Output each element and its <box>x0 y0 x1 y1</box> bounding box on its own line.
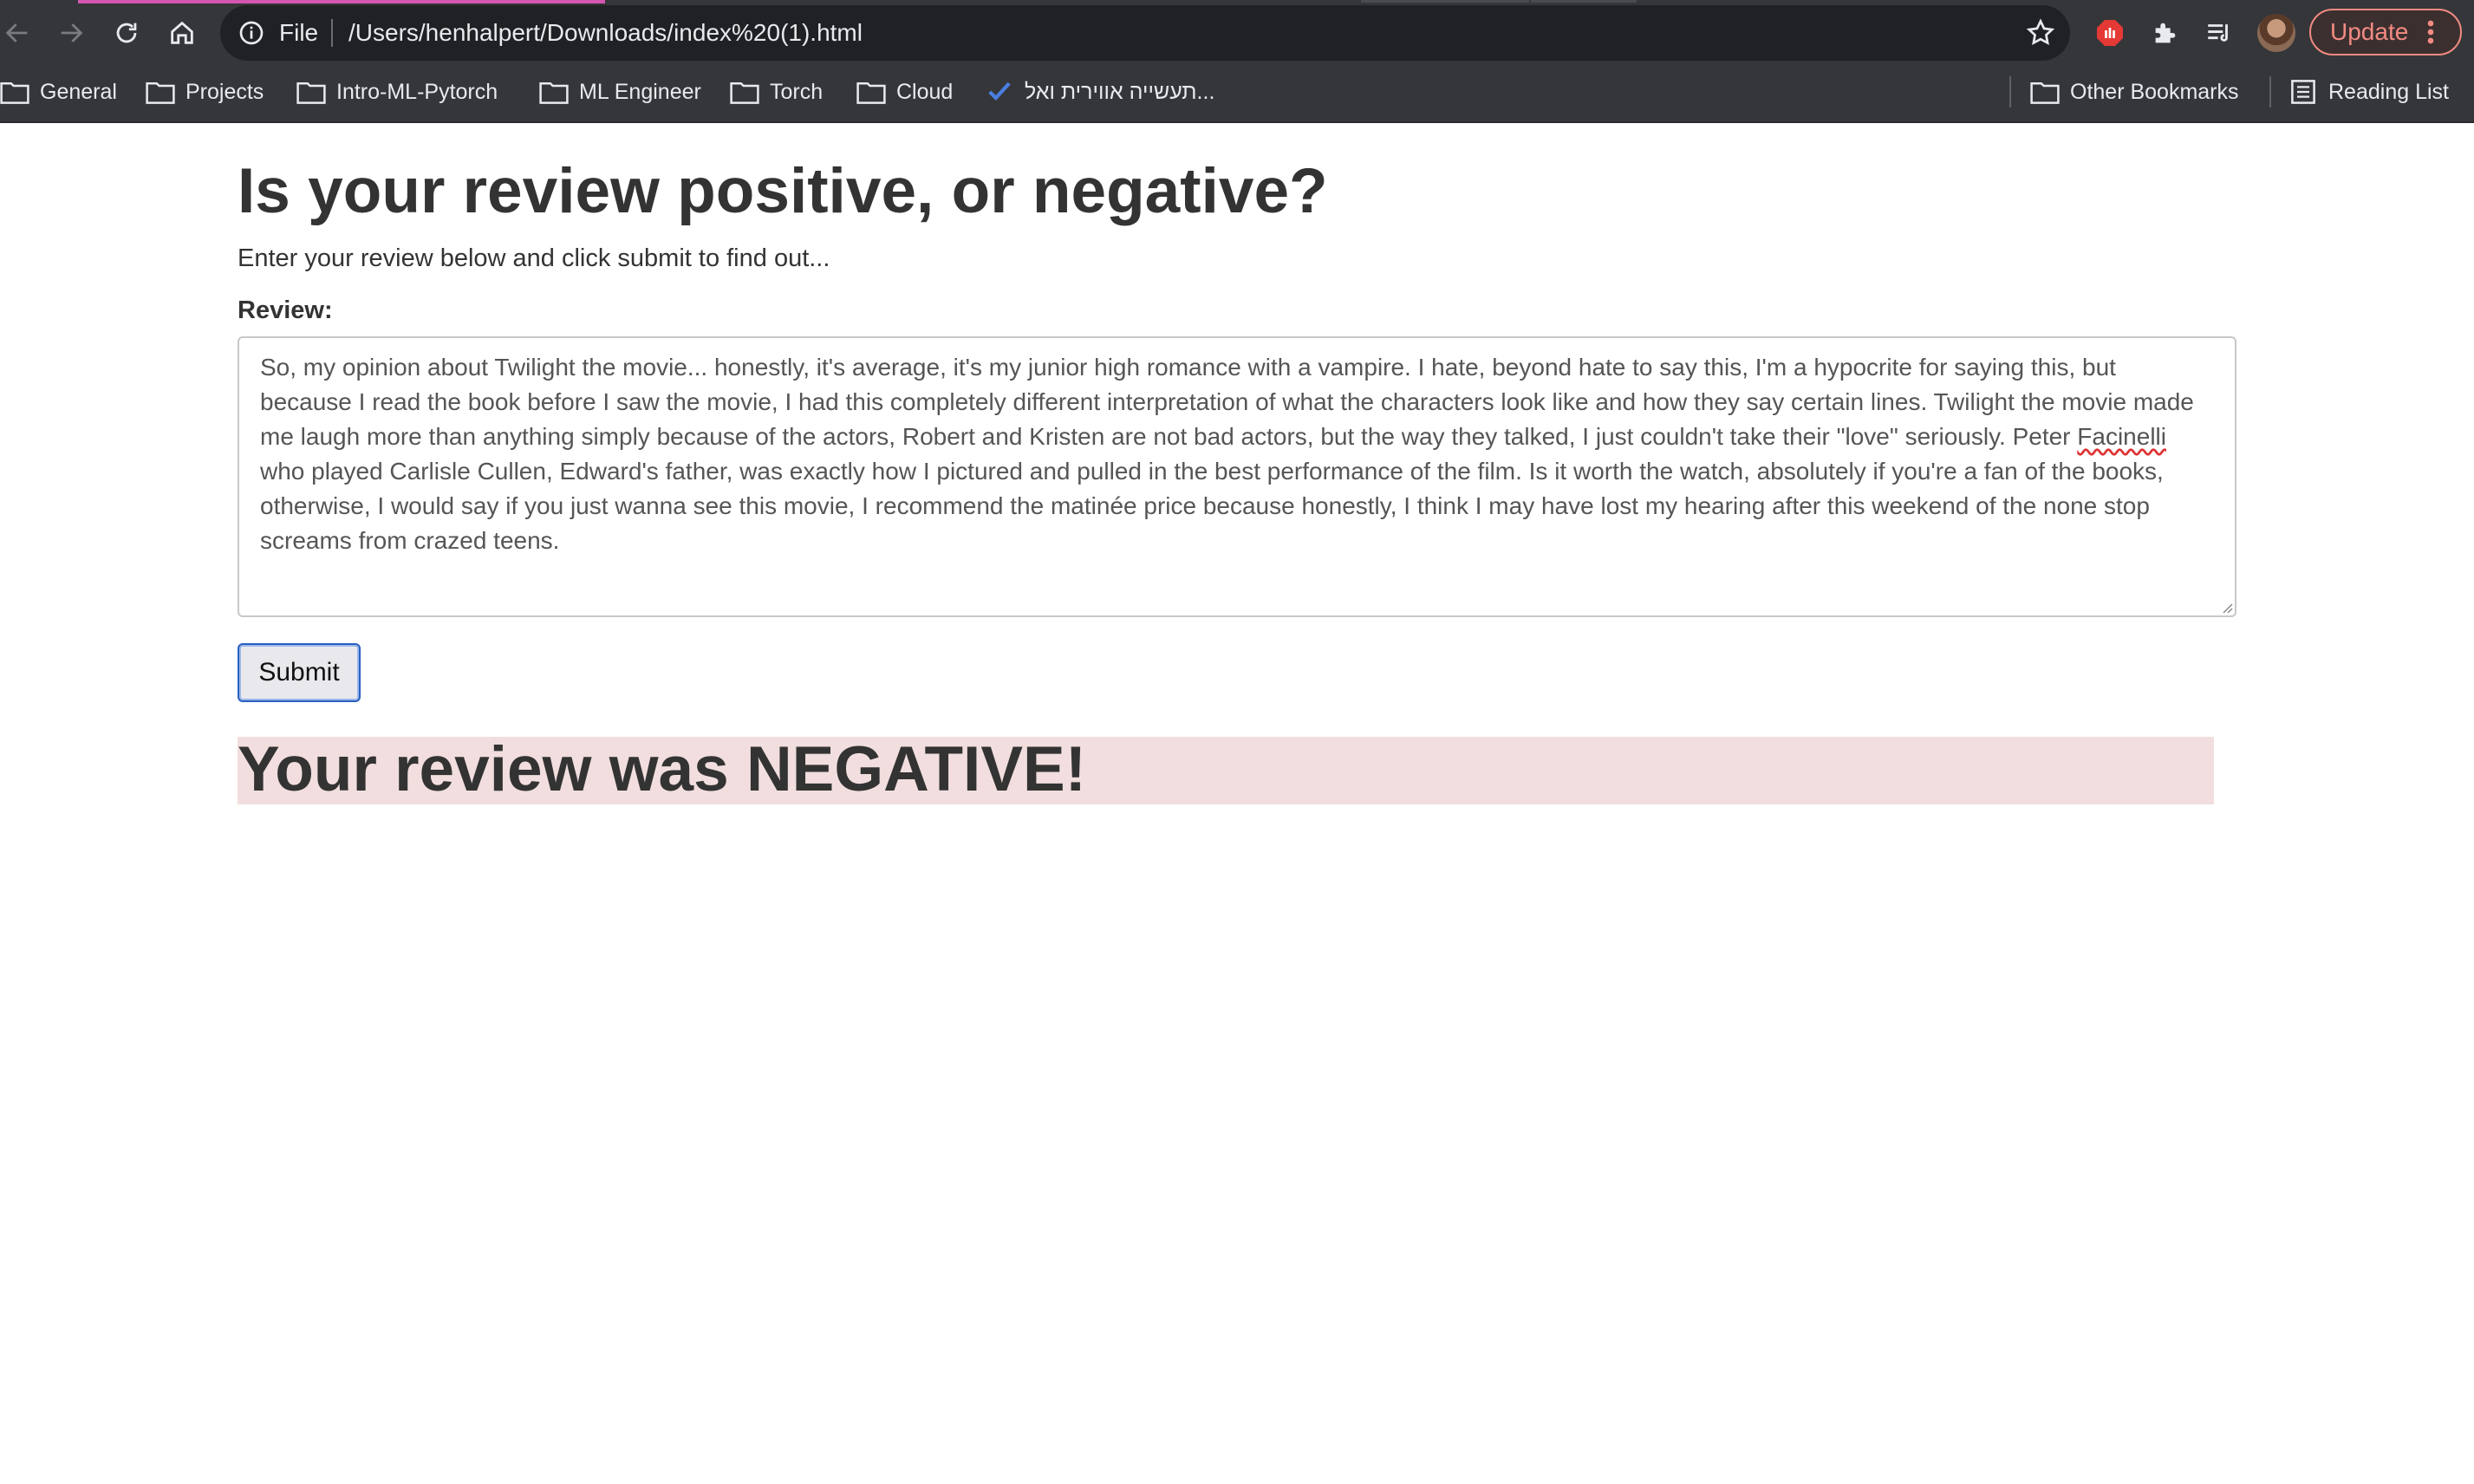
bookmark-cloud[interactable]: Cloud <box>856 78 953 106</box>
intro-text: Enter your review below and click submit… <box>238 244 830 272</box>
other-bookmarks-label: Other Bookmarks <box>2070 79 2239 104</box>
bookmark-general[interactable]: General <box>0 78 117 106</box>
result-text: Your review was NEGATIVE! <box>238 734 1087 804</box>
tab-strip-edge <box>1361 0 1529 3</box>
checkmark-icon <box>988 81 1011 101</box>
reading-list-icon <box>2291 80 2315 104</box>
other-bookmarks[interactable]: Other Bookmarks <box>2030 78 2239 106</box>
tab-strip-edge <box>1531 0 1637 3</box>
address-divider <box>331 19 333 47</box>
more-menu-icon[interactable] <box>2425 19 2436 45</box>
reload-icon[interactable] <box>109 16 144 50</box>
bookmark-label: General <box>40 79 117 104</box>
bookmark-torch[interactable]: Torch <box>730 78 823 106</box>
bookmark-label: Torch <box>770 79 824 104</box>
bookmark-intro-ml-pytorch[interactable]: Intro-ML-Pytorch <box>296 78 498 106</box>
adblock-extension-icon[interactable] <box>2093 16 2127 50</box>
bookmarks-divider <box>2269 76 2271 107</box>
home-icon[interactable] <box>165 16 199 50</box>
folder-icon <box>296 81 326 104</box>
back-icon[interactable] <box>0 16 35 50</box>
bookmark-star-icon[interactable] <box>2025 17 2056 49</box>
folder-icon <box>856 81 886 104</box>
folder-icon <box>146 81 175 104</box>
bookmark-hebrew-site[interactable]: תעשייה אווירית ואל... <box>985 78 1214 106</box>
reading-list[interactable]: Reading List <box>2288 78 2449 106</box>
bookmark-label: Cloud <box>896 79 954 104</box>
folder-icon <box>539 81 569 104</box>
bookmark-projects[interactable]: Projects <box>146 78 264 106</box>
review-label: Review: <box>238 296 333 324</box>
folder-icon <box>2030 81 2060 104</box>
update-button[interactable]: Update <box>2309 9 2462 55</box>
active-tab-indicator <box>78 0 605 3</box>
extensions-puzzle-icon[interactable] <box>2148 16 2183 50</box>
media-queue-icon[interactable] <box>2202 16 2236 50</box>
info-icon[interactable] <box>238 19 265 47</box>
bookmark-label: Intro-ML-Pytorch <box>336 79 498 104</box>
folder-icon <box>0 81 29 104</box>
submit-button[interactable]: Submit <box>238 643 361 702</box>
review-text: who played Carlisle Cullen, Edward's fat… <box>260 458 2164 554</box>
bookmark-ml-engineer[interactable]: ML Engineer <box>539 78 701 106</box>
resize-grip-icon[interactable] <box>2219 600 2233 614</box>
reading-list-label: Reading List <box>2328 79 2449 104</box>
scheme-label: File <box>279 19 319 46</box>
forward-icon[interactable] <box>54 16 88 50</box>
review-text: So, my opinion about Twilight the movie.… <box>260 354 2194 450</box>
bookmark-label: ML Engineer <box>579 79 701 104</box>
url-text[interactable]: /Users/henhalpert/Downloads/index%20(1).… <box>348 16 863 50</box>
misspelled-word: Facinelli <box>2077 423 2166 450</box>
page-title: Is your review positive, or negative? <box>238 156 1328 226</box>
profile-avatar[interactable] <box>2257 14 2295 52</box>
bookmark-label: Projects <box>186 79 264 104</box>
update-label: Update <box>2330 18 2409 45</box>
bookmark-label: תעשייה אווירית ואל... <box>1025 79 1215 104</box>
bookmarks-divider <box>2009 76 2011 107</box>
folder-icon <box>730 81 759 104</box>
review-textarea[interactable]: So, my opinion about Twilight the movie.… <box>238 336 2236 617</box>
